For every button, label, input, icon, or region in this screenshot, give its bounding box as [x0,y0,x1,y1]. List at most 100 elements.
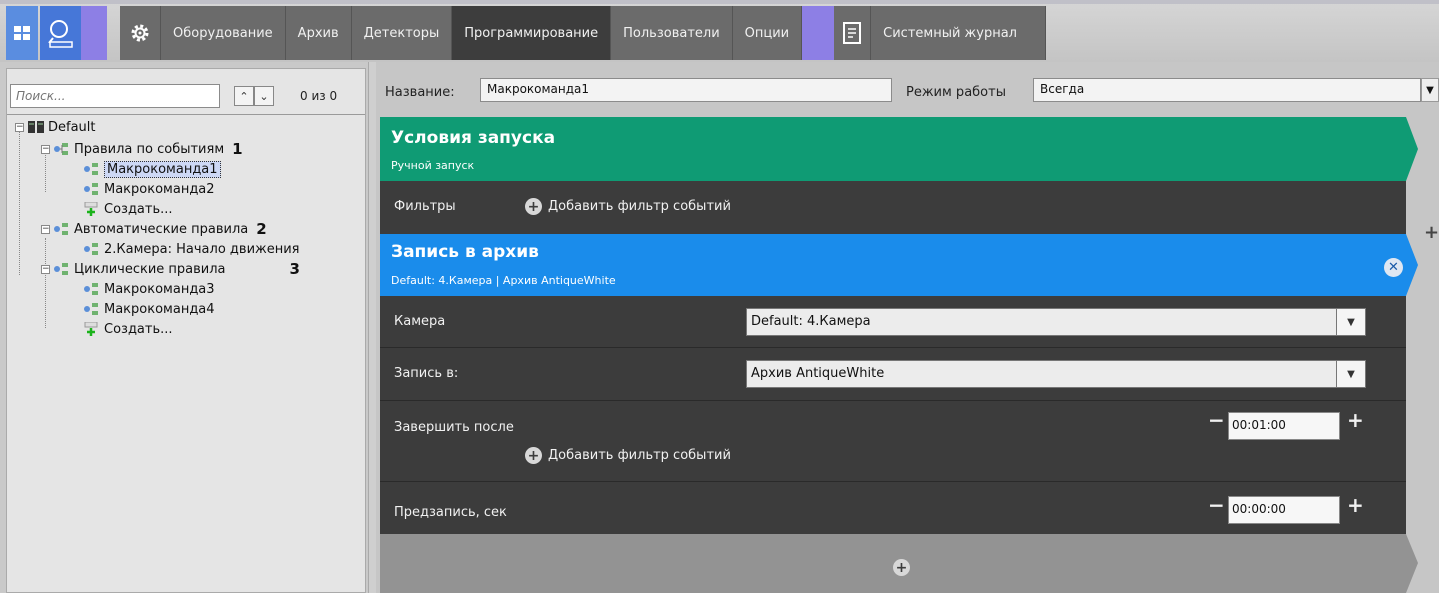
tree-item-macro1[interactable]: Макрокоманда1 [84,160,221,178]
chevron-down-icon: ⌄ [259,89,269,103]
tree-item-label: Макрокоманда3 [104,281,215,297]
layouts-button[interactable] [6,6,38,60]
finish-decrement-button[interactable]: − [1208,408,1225,432]
tree-item-label: Макрокоманда4 [104,301,215,317]
caret-down-icon: ▼ [1347,316,1355,328]
search-mode-button[interactable] [40,6,81,60]
add-green-icon [84,322,98,336]
toolbar-spacer [81,6,107,60]
tree-root-label: Default [48,119,96,135]
tree-item-label: Создать... [104,321,173,337]
collapse-icon[interactable]: − [41,144,50,154]
panel-splitter[interactable] [368,62,376,593]
journal-icon [843,22,862,44]
prerecord-decrement-button[interactable]: − [1208,493,1225,517]
rule-group-icon [54,143,68,155]
mode-select[interactable]: Всегда [1033,78,1421,102]
action-header[interactable]: Запись в архив Default: 4.Камера | Архив… [380,234,1406,296]
server-icon [28,121,44,133]
tab-programming[interactable]: Программирование [452,6,612,60]
tab-system-log[interactable]: Системный журнал [871,6,1046,60]
nav-spacer [802,6,835,60]
tree-item-macro3[interactable]: Макрокоманда3 [84,280,215,298]
callout-number: 2 [256,220,267,238]
action-subtitle: Default: 4.Камера | Архив AntiqueWhite [391,274,616,287]
prerecord-increment-button[interactable]: + [1347,493,1364,517]
tab-archive[interactable]: Архив [286,6,352,60]
mode-label: Режим работы [906,85,1006,100]
tree-group-event-rules[interactable]: − Правила по событиям 1 [41,140,243,158]
collapse-icon[interactable]: − [41,224,50,234]
chevron-up-icon: ⌃ [239,89,249,103]
archive-select[interactable]: Архив AntiqueWhite [746,360,1366,388]
tree-separator [7,114,365,115]
tree-item-macro2[interactable]: Макрокоманда2 [84,180,215,198]
tree-group-label: Автоматические правила [74,221,249,237]
camera-dropdown-button[interactable]: ▼ [1336,308,1366,336]
name-label: Название: [385,85,455,100]
tree-item-label: Создать... [104,201,173,217]
gear-icon [131,24,149,42]
add-action-block[interactable]: + [380,534,1406,593]
tree-item-create[interactable]: Создать... [84,320,173,338]
add-event-filter-button[interactable]: + Добавить фильтр событий [525,447,731,464]
add-filter-label: Добавить фильтр событий [548,448,731,463]
rule-group-icon [54,223,68,235]
next-match-button[interactable]: ⌄ [254,86,274,106]
add-block-side-icon[interactable]: + [1424,222,1439,243]
search-icon [47,20,73,48]
macro-icon [84,303,98,315]
macro-icon [84,163,98,175]
action-title: Запись в архив [391,242,539,262]
collapse-icon[interactable]: − [41,264,50,274]
close-icon: ✕ [1388,260,1399,275]
tree-group-label: Правила по событиям [74,141,225,157]
finish-after-label: Завершить после [394,420,514,435]
name-input[interactable]: Макрокоманда1 [480,78,892,102]
remove-action-button[interactable]: ✕ [1384,258,1403,277]
settings-button[interactable] [120,6,161,60]
tree-item-create[interactable]: Создать... [84,200,173,218]
journal-button[interactable] [834,6,872,60]
tree-root[interactable]: − Default [15,118,96,136]
tree-group-label: Циклические правила [74,261,226,277]
tree-item-macro4[interactable]: Макрокоманда4 [84,300,215,318]
callout-number: 3 [289,260,300,278]
add-event-filter-button[interactable]: + Добавить фильтр событий [525,198,731,215]
camera-select[interactable]: Default: 4.Камера [746,308,1366,336]
row-divider [380,400,1406,401]
collapse-icon[interactable]: − [15,122,24,132]
toolbar-strip [0,0,1439,4]
macro-editor: Название: Макрокоманда1 Режим работы Все… [376,62,1439,593]
tree-search-input[interactable] [10,84,220,108]
archive-dropdown-button[interactable]: ▼ [1336,360,1366,388]
camera-label: Камера [394,314,446,329]
add-filter-label: Добавить фильтр событий [548,199,731,214]
add-green-icon [84,202,98,216]
match-counter: 0 из 0 [300,89,338,103]
row-divider [380,481,1406,482]
tree-line [19,132,20,275]
action-settings: Камера Default: 4.Камера ▼ Запись в: Арх… [380,296,1406,534]
grid-icon [14,26,30,40]
conditions-header[interactable]: Условия запуска Ручной запуск [380,117,1406,181]
record-to-label: Запись в: [394,366,459,381]
prerecord-label: Предзапись, сек [394,505,507,520]
prev-match-button[interactable]: ⌃ [234,86,254,106]
finish-increment-button[interactable]: + [1347,408,1364,432]
tab-options[interactable]: Опции [733,6,803,60]
tree-group-cyclic-rules[interactable]: − Циклические правила 3 [41,260,300,278]
prerecord-time-input[interactable]: 00:00:00 [1228,496,1340,524]
tab-users[interactable]: Пользователи [611,6,733,60]
tree-group-auto-rules[interactable]: − Автоматические правила 2 [41,220,267,238]
main-nav: Оборудование Архив Детекторы Программиро… [120,6,1046,60]
mode-dropdown-button[interactable]: ▼ [1421,78,1439,102]
tree-item-label: Макрокоманда1 [104,160,221,178]
tree-item-camera-motion[interactable]: 2.Камера: Начало движения [84,240,300,258]
tab-equipment[interactable]: Оборудование [161,6,286,60]
callout-number: 1 [232,140,243,158]
tab-detectors[interactable]: Детекторы [352,6,453,60]
tree-line [45,238,46,328]
finish-time-input[interactable]: 00:01:00 [1228,412,1340,440]
add-block-arrow [1406,534,1418,593]
